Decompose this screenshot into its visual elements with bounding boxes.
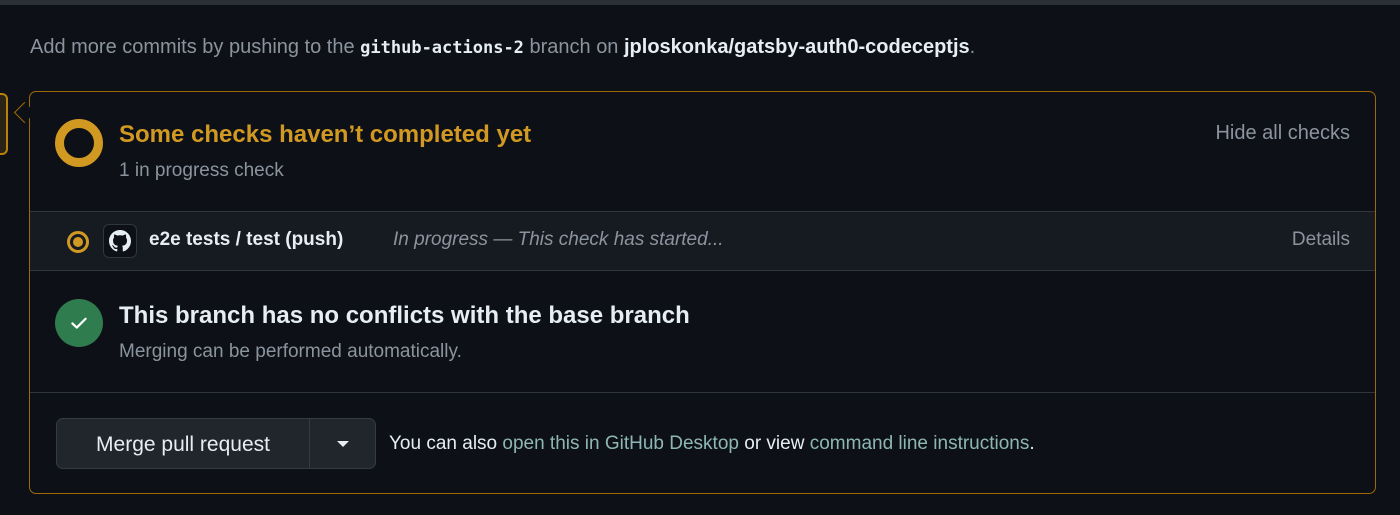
checks-subtitle: 1 in progress check — [119, 160, 284, 181]
also-prefix: You can also — [389, 433, 503, 454]
repo-name: jploskonka/gatsby-auth0-codeceptjs — [624, 36, 970, 58]
in-progress-icon — [67, 231, 89, 253]
caret-down-icon[interactable] — [309, 418, 376, 469]
push-hint-suffix: . — [969, 36, 976, 58]
also-middle: or view — [738, 433, 810, 454]
push-hint-middle: branch on — [523, 36, 624, 58]
command-line-instructions-link[interactable]: command line instructions — [810, 433, 1030, 454]
checks-title: Some checks haven’t completed yet — [119, 121, 532, 148]
timeline-top-border — [0, 0, 1400, 5]
merge-pull-request-button[interactable]: Merge pull request — [56, 418, 310, 469]
check-name: e2e tests / test (push) — [149, 229, 344, 250]
no-conflicts-subtitle: Merging can be performed automatically. — [119, 341, 462, 362]
github-icon — [103, 224, 137, 258]
no-conflicts-title: This branch has no conflicts with the ba… — [119, 302, 690, 329]
branch-name: github-actions-2 — [360, 38, 524, 58]
push-hint-prefix: Add more commits by pushing to the — [30, 36, 361, 58]
check-status: In progress — This check has started... — [393, 229, 724, 250]
push-hint: Add more commits by pushing to the githu… — [30, 36, 975, 59]
details-link[interactable]: Details — [1292, 229, 1350, 251]
merge-alternatives: You can also open this in GitHub Desktop… — [389, 433, 1035, 455]
divider — [30, 392, 1375, 393]
hide-all-checks-button[interactable]: Hide all checks — [1215, 122, 1350, 145]
open-in-desktop-link[interactable]: open this in GitHub Desktop — [502, 433, 739, 454]
check-icon — [55, 299, 103, 347]
timeline-status-marker — [0, 93, 8, 155]
pending-status-icon — [55, 119, 103, 167]
also-suffix: . — [1029, 433, 1035, 454]
